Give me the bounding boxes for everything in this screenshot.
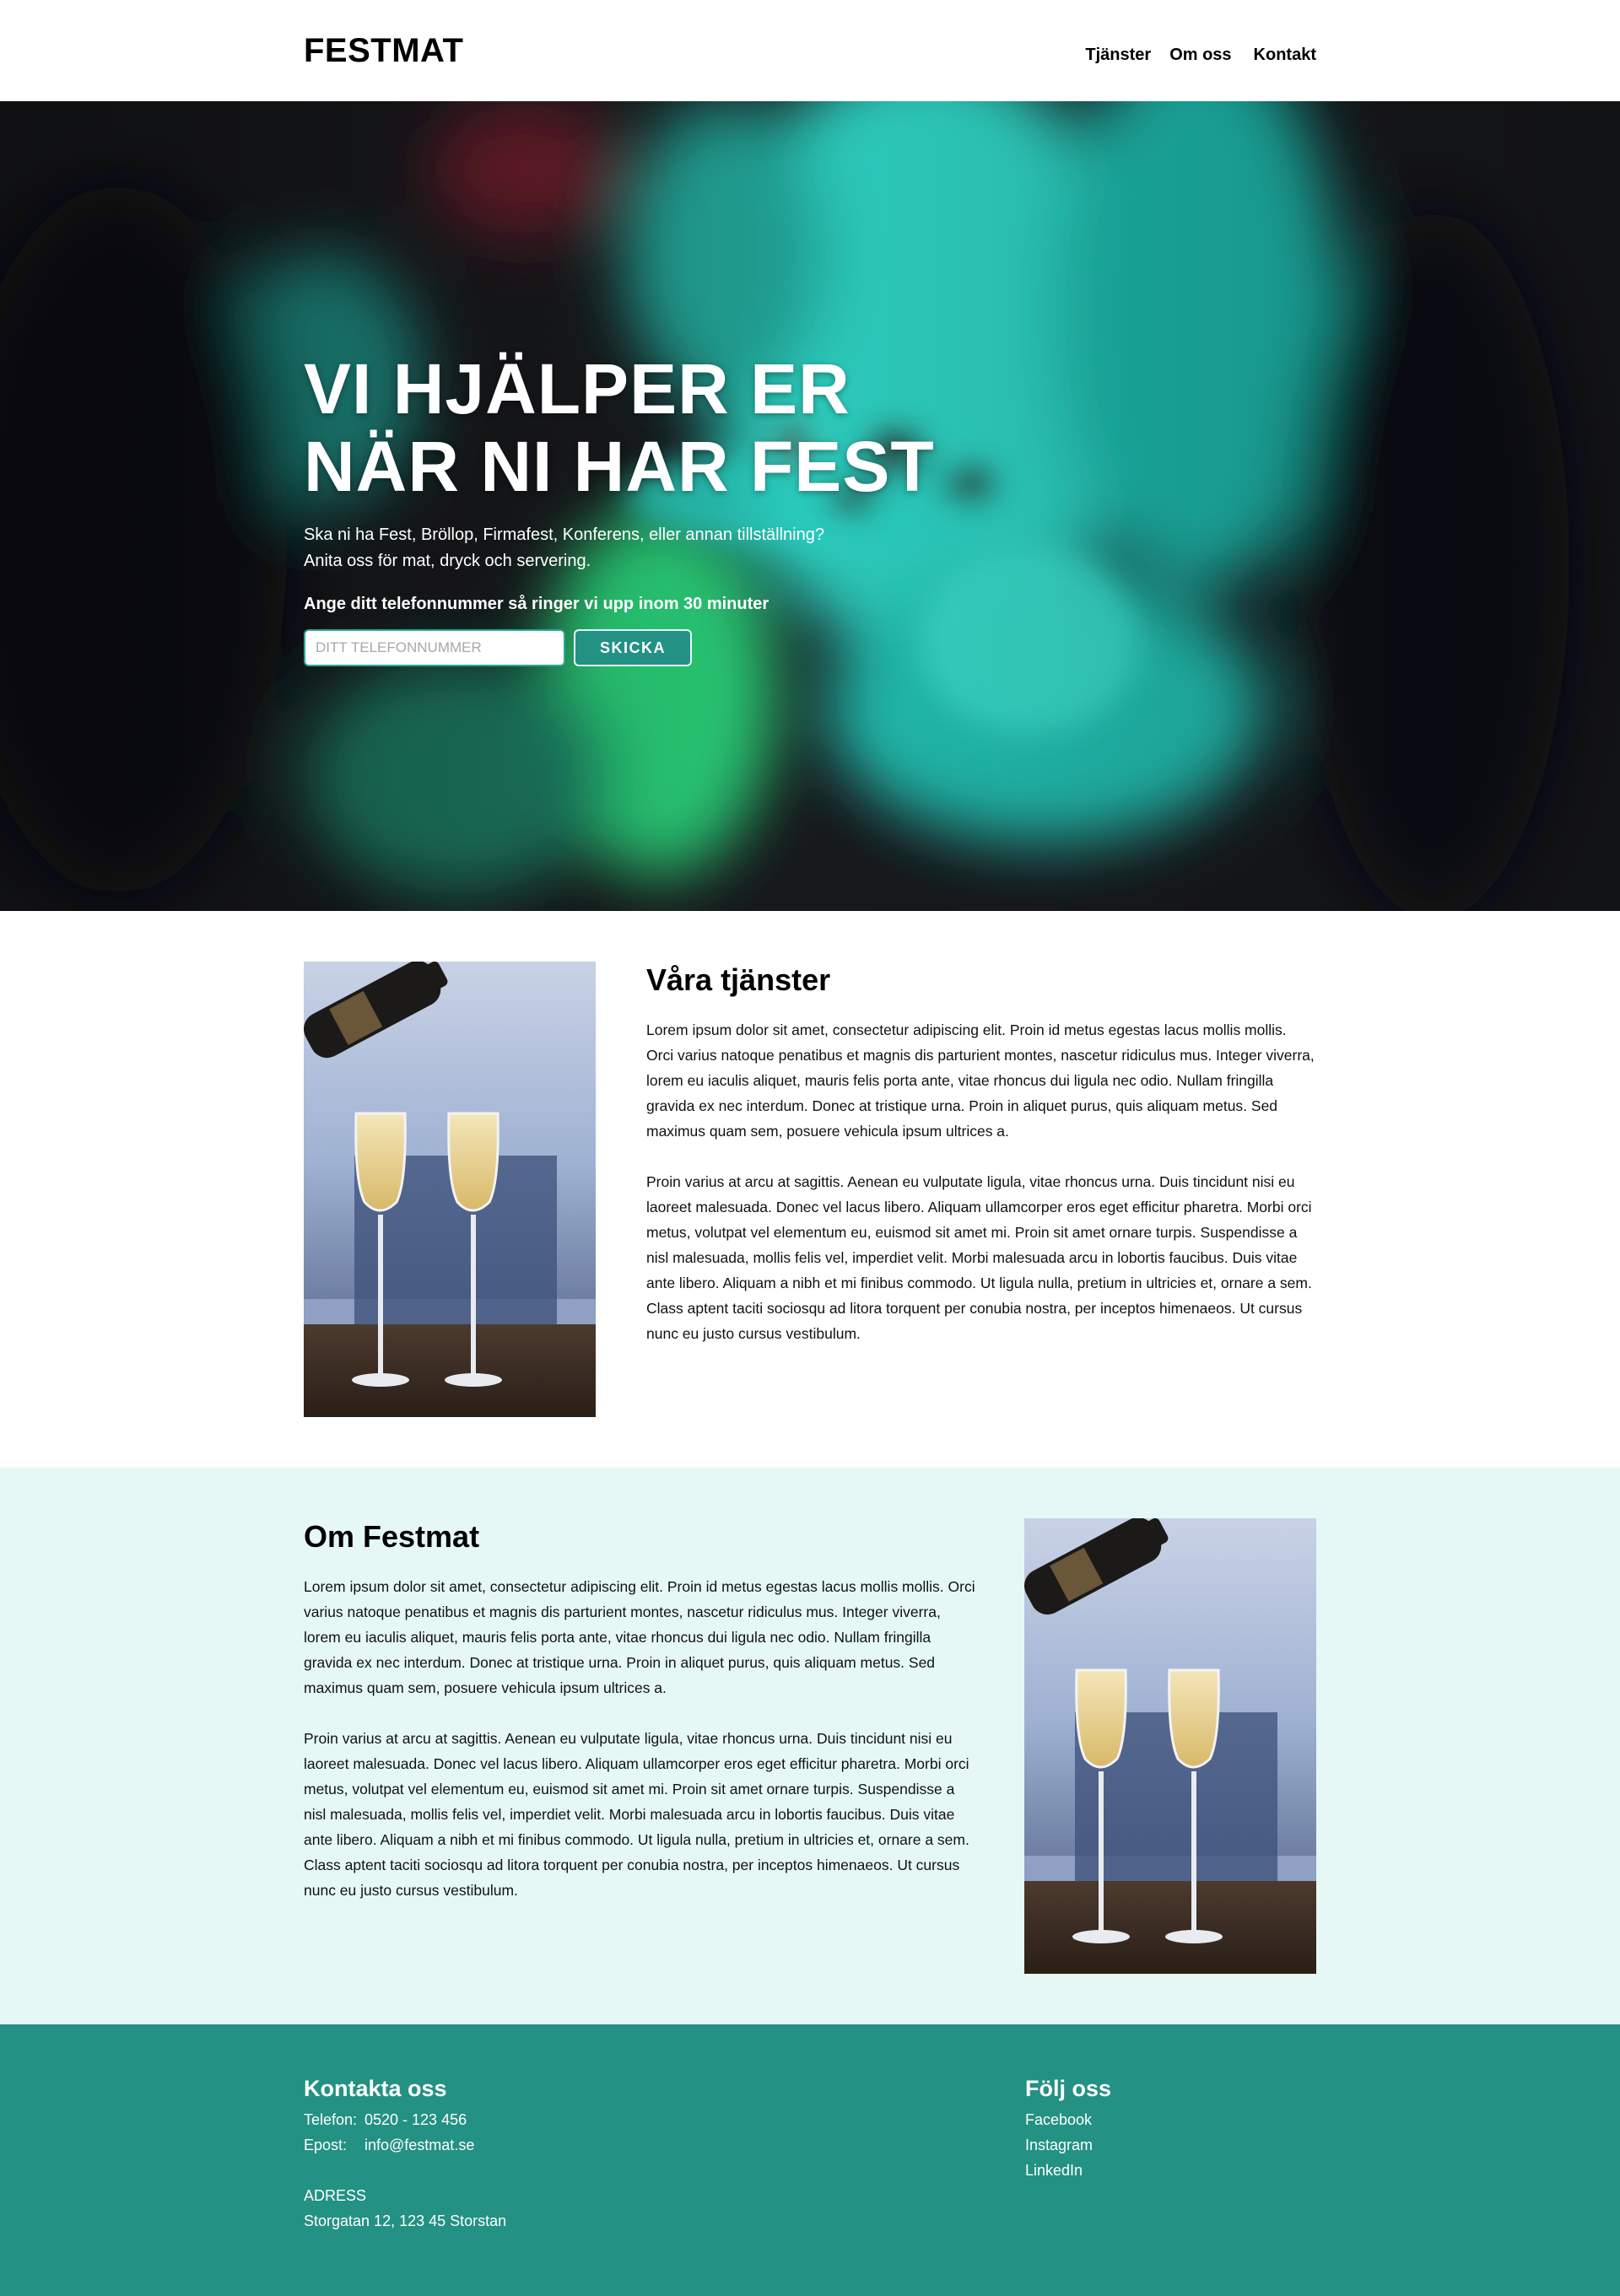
hero-subtitle: Ska ni ha Fest, Bröllop, Firmafest, Konf… bbox=[304, 522, 1063, 574]
phone-input[interactable] bbox=[304, 629, 565, 666]
champagne-glasses-photo bbox=[304, 962, 596, 1417]
address-label: ADRESS bbox=[304, 2187, 367, 2204]
hero-title: VI HJÄLPER ER NÄR NI HAR FEST bbox=[304, 350, 1063, 505]
hero-title-line1: VI HJÄLPER ER bbox=[304, 349, 850, 428]
nav-item-om-oss[interactable]: Om oss bbox=[1169, 46, 1231, 65]
about-title: Om Festmat bbox=[304, 1519, 480, 1554]
email-line: Epost: info@festmat.se bbox=[304, 2132, 1025, 2158]
hero-title-line2: NÄR NI HAR FEST bbox=[304, 427, 935, 506]
site-footer: Kontakta oss Telefon: 0520 - 123 456 Epo… bbox=[0, 2024, 1620, 2296]
social-column: Följ oss Facebook Instagram LinkedIn bbox=[1025, 2075, 1316, 2234]
contact-title: Kontakta oss bbox=[304, 2076, 447, 2101]
contact-column: Kontakta oss Telefon: 0520 - 123 456 Epo… bbox=[304, 2075, 1025, 2234]
services-section: Våra tjänster Lorem ipsum dolor sit amet… bbox=[0, 911, 1620, 1468]
about-paragraph-2: Proin varius at arcu at sagittis. Aenean… bbox=[304, 1730, 969, 1899]
phone-label: Telefon: bbox=[304, 2111, 358, 2128]
main-nav: Tjänster Om oss Kontakt bbox=[1085, 46, 1316, 65]
address-value: Storgatan 12, 123 45 Storstan bbox=[304, 2212, 507, 2229]
logo[interactable]: FESTMAT bbox=[304, 32, 463, 70]
services-paragraph-2: Proin varius at arcu at sagittis. Aenean… bbox=[646, 1173, 1312, 1342]
phone-value[interactable]: 0520 - 123 456 bbox=[364, 2107, 467, 2132]
services-text: Våra tjänster Lorem ipsum dolor sit amet… bbox=[646, 962, 1316, 1417]
facebook-link[interactable]: Facebook bbox=[1025, 2107, 1316, 2132]
nav-item-kontakt[interactable]: Kontakt bbox=[1254, 46, 1316, 65]
site-header: FESTMAT Tjänster Om oss Kontakt bbox=[0, 0, 1620, 101]
hero-subtitle-line1: Ska ni ha Fest, Bröllop, Firmafest, Konf… bbox=[304, 525, 824, 544]
services-paragraph-1: Lorem ipsum dolor sit amet, consectetur … bbox=[646, 1021, 1315, 1140]
hero-subtitle-line2: Anita oss för mat, dryck och servering. bbox=[304, 552, 591, 570]
linkedin-link[interactable]: LinkedIn bbox=[1025, 2158, 1316, 2183]
nav-item-tjanster[interactable]: Tjänster bbox=[1085, 46, 1151, 65]
follow-title: Följ oss bbox=[1025, 2076, 1112, 2101]
email-label: Epost: bbox=[304, 2137, 348, 2153]
email-value[interactable]: info@festmat.se bbox=[364, 2132, 474, 2158]
champagne-glasses-photo bbox=[1024, 1518, 1316, 1974]
about-section: Om Festmat Lorem ipsum dolor sit amet, c… bbox=[0, 1468, 1620, 2024]
phone-line: Telefon: 0520 - 123 456 bbox=[304, 2107, 1025, 2132]
hero: VI HJÄLPER ER NÄR NI HAR FEST Ska ni ha … bbox=[0, 101, 1620, 911]
callback-form: SKICKA bbox=[304, 629, 1063, 666]
send-button[interactable]: SKICKA bbox=[574, 629, 692, 666]
about-text: Om Festmat Lorem ipsum dolor sit amet, c… bbox=[304, 1518, 979, 1974]
instagram-link[interactable]: Instagram bbox=[1025, 2132, 1316, 2158]
callback-label: Ange ditt telefonnummer så ringer vi upp… bbox=[304, 595, 770, 613]
hero-content: VI HJÄLPER ER NÄR NI HAR FEST Ska ni ha … bbox=[304, 350, 1063, 666]
services-title: Våra tjänster bbox=[646, 962, 831, 997]
about-paragraph-1: Lorem ipsum dolor sit amet, consectetur … bbox=[304, 1578, 975, 1696]
